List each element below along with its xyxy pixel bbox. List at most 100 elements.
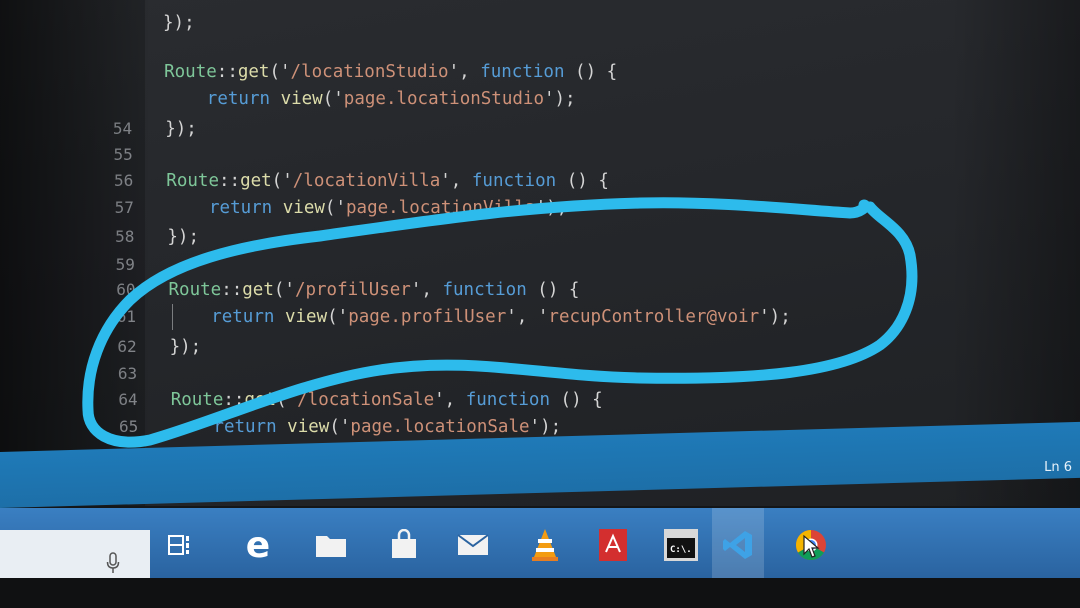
code-text: return view('page.locationVilla'); bbox=[167, 195, 567, 221]
code-token: '); bbox=[535, 198, 568, 218]
indent-guide bbox=[172, 304, 173, 330]
mail-icon[interactable] bbox=[452, 524, 494, 566]
code-token: :: bbox=[221, 280, 243, 300]
line-number: 56 bbox=[114, 171, 134, 190]
code-token: return bbox=[213, 417, 277, 437]
vscode-icon[interactable] bbox=[717, 524, 759, 566]
code-token: view bbox=[280, 89, 323, 109]
code-token: () { bbox=[564, 62, 618, 82]
code-token: (' bbox=[324, 198, 346, 218]
code-token: get bbox=[237, 62, 270, 82]
svg-text:C:\.: C:\. bbox=[670, 545, 692, 555]
code-token: (' bbox=[276, 390, 298, 410]
code-token: view bbox=[287, 417, 330, 437]
code-token: get bbox=[244, 390, 277, 410]
code-token: :: bbox=[223, 390, 245, 410]
line-number: 57 bbox=[114, 198, 134, 217]
code-token: ', ' bbox=[506, 307, 549, 327]
code-text: }); bbox=[163, 10, 195, 36]
line-number: 61 bbox=[116, 307, 137, 326]
code-token: return bbox=[211, 307, 275, 327]
code-text: Route::get('/locationStudio', function (… bbox=[164, 59, 617, 85]
store-icon[interactable] bbox=[383, 524, 425, 566]
code-token: function bbox=[442, 280, 527, 300]
code-token: return bbox=[209, 198, 273, 218]
microphone-icon[interactable] bbox=[106, 552, 120, 574]
code-token: return bbox=[206, 89, 271, 109]
line-number: 63 bbox=[117, 364, 138, 383]
code-token: Route bbox=[170, 390, 224, 410]
edge-icon[interactable]: e bbox=[237, 524, 279, 566]
file-explorer-icon[interactable] bbox=[310, 524, 352, 566]
acrobat-icon[interactable] bbox=[592, 524, 634, 566]
code-token: '); bbox=[529, 417, 562, 437]
line-number: 58 bbox=[115, 227, 135, 246]
code-token: function bbox=[480, 62, 565, 82]
code-token: get bbox=[242, 280, 274, 300]
code-token: get bbox=[240, 171, 272, 191]
code-token: recupController@voir bbox=[548, 307, 760, 327]
vlc-icon[interactable] bbox=[524, 524, 566, 566]
code-token: (' bbox=[273, 280, 295, 300]
code-token: page.locationVilla bbox=[346, 198, 536, 218]
task-view-icon[interactable] bbox=[160, 524, 202, 566]
status-cursor-position[interactable]: Ln 6 bbox=[1044, 460, 1072, 475]
code-token: view bbox=[282, 198, 325, 218]
code-token: page.locationStudio bbox=[343, 89, 544, 109]
code-text: }); bbox=[165, 116, 197, 142]
code-token: function bbox=[471, 171, 557, 191]
code-token: /locationStudio bbox=[290, 62, 449, 82]
code-token: Route bbox=[168, 280, 222, 300]
code-token: Route bbox=[166, 171, 219, 191]
code-text: }); bbox=[167, 224, 199, 250]
line-number: 64 bbox=[118, 390, 138, 409]
code-token: () { bbox=[526, 280, 580, 300]
line-number: 60 bbox=[116, 280, 136, 299]
code-token: () { bbox=[550, 390, 603, 410]
code-text: return view('page.locationSale'); bbox=[171, 414, 561, 440]
code-token: :: bbox=[218, 171, 241, 191]
code-token: :: bbox=[216, 62, 238, 82]
code-token: /locationVilla bbox=[292, 171, 441, 191]
mouse-cursor-icon bbox=[803, 534, 820, 558]
code-token: page.locationSale bbox=[350, 417, 530, 437]
monitor-bezel bbox=[0, 578, 1080, 608]
code-text: return view('page.profilUser', 'recupCon… bbox=[169, 304, 791, 330]
line-number: 54 bbox=[112, 119, 133, 138]
code-token: function bbox=[465, 390, 551, 410]
code-token: (' bbox=[327, 307, 349, 327]
code-token: }); bbox=[167, 227, 199, 247]
command-prompt-icon[interactable]: C:\. bbox=[660, 524, 702, 566]
code-text: Route::get('/locationVilla', function ()… bbox=[166, 168, 609, 194]
code-token: }); bbox=[163, 13, 195, 33]
code-token: (' bbox=[329, 417, 351, 437]
code-token: view bbox=[284, 307, 328, 327]
code-token: }); bbox=[169, 337, 202, 357]
line-number: 55 bbox=[113, 145, 133, 164]
code-token: /profilUser bbox=[294, 280, 411, 300]
code-text: Route::get('/profilUser', function () { bbox=[169, 277, 580, 303]
code-token: '); bbox=[759, 307, 791, 327]
code-text: }); bbox=[170, 334, 202, 360]
code-token: }); bbox=[165, 119, 197, 139]
code-token: ', bbox=[448, 62, 481, 82]
code-token: (' bbox=[269, 62, 291, 82]
code-text: Route::get('/locationSale', function () … bbox=[171, 387, 603, 413]
code-text: return view('page.locationStudio'); bbox=[165, 86, 576, 112]
line-number: 65 bbox=[118, 417, 139, 436]
code-token: ', bbox=[410, 280, 443, 300]
code-token: page.profilUser bbox=[348, 307, 507, 327]
line-number: 59 bbox=[115, 255, 135, 274]
code-token: (' bbox=[322, 89, 344, 109]
line-number: 62 bbox=[117, 337, 137, 356]
code-token: ', bbox=[434, 390, 466, 410]
code-token: Route bbox=[164, 62, 217, 82]
